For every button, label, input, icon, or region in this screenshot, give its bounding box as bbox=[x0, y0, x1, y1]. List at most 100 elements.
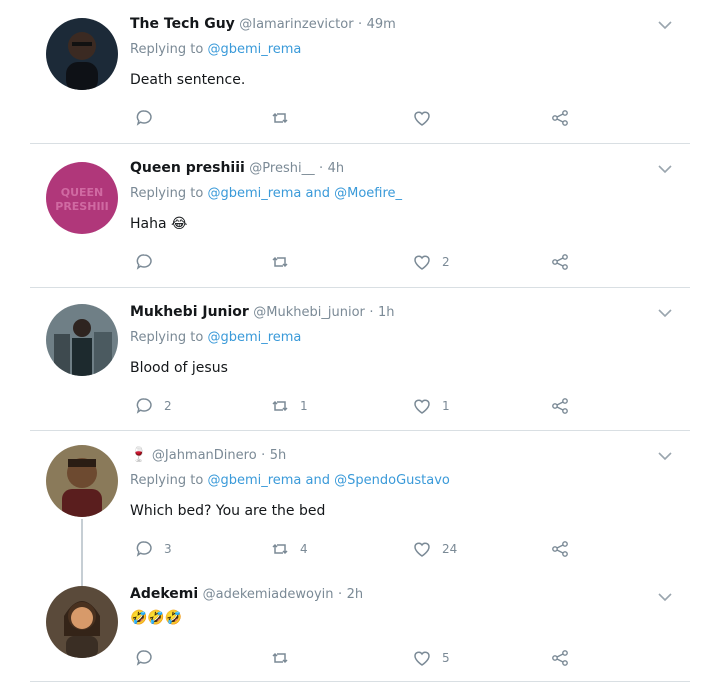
reply-count: 2 bbox=[164, 399, 172, 413]
tweet[interactable]: QUEEN PRESHIII Queen preshiii @Preshi__ ·… bbox=[30, 144, 690, 286]
share-button[interactable] bbox=[550, 106, 570, 130]
share-icon bbox=[552, 254, 568, 270]
mention-link[interactable]: @SpendoGustavo bbox=[334, 473, 450, 488]
tweet[interactable]: Adekemi @adekemiadewoyin · 2h 🤣🤣🤣 5 bbox=[30, 574, 690, 684]
user-handle[interactable]: @Preshi__ bbox=[249, 161, 314, 176]
mention-link[interactable]: @gbemi_rema bbox=[207, 473, 301, 488]
mention-link[interactable]: @gbemi_rema bbox=[207, 186, 301, 201]
timestamp[interactable]: 4h bbox=[328, 161, 345, 176]
timestamp[interactable]: 1h bbox=[378, 305, 395, 320]
mention-link[interactable]: @gbemi_rema bbox=[207, 42, 301, 57]
reply-button[interactable]: 2 bbox=[134, 394, 172, 418]
like-button[interactable]: 2 bbox=[412, 250, 450, 274]
retweet-button[interactable] bbox=[270, 646, 290, 670]
heart-icon bbox=[414, 255, 430, 270]
like-button[interactable]: 1 bbox=[412, 394, 450, 418]
reply-button[interactable] bbox=[134, 106, 154, 130]
retweet-button[interactable]: 1 bbox=[270, 394, 308, 418]
reply-icon bbox=[136, 254, 152, 270]
replying-to-label: Replying to bbox=[130, 186, 208, 201]
like-count: 2 bbox=[442, 255, 450, 269]
share-icon bbox=[552, 398, 568, 414]
chevron-down-icon[interactable] bbox=[658, 592, 672, 602]
share-button[interactable] bbox=[550, 646, 570, 670]
mention-link[interactable]: @Moefire_ bbox=[334, 186, 402, 201]
user-handle[interactable]: @JahmanDinero bbox=[152, 448, 257, 463]
timestamp[interactable]: 49m bbox=[367, 17, 396, 32]
tweet-header: Mukhebi Junior @Mukhebi_junior · 1h bbox=[130, 304, 394, 320]
mention-link[interactable]: @gbemi_rema bbox=[207, 330, 301, 345]
share-icon bbox=[552, 110, 568, 126]
avatar[interactable] bbox=[46, 18, 118, 90]
tweet-header: The Tech Guy @Iamarinzevictor · 49m bbox=[130, 16, 396, 32]
user-handle[interactable]: @adekemiadewoyin bbox=[203, 587, 334, 602]
tweet-actions: 5 bbox=[130, 646, 590, 670]
avatar[interactable] bbox=[46, 445, 118, 517]
tweet[interactable]: Mukhebi Junior @Mukhebi_junior · 1h Repl… bbox=[30, 288, 690, 430]
display-name[interactable]: Mukhebi Junior bbox=[130, 304, 249, 320]
display-name[interactable]: Queen preshiii bbox=[130, 160, 245, 176]
retweet-button[interactable]: 4 bbox=[270, 537, 308, 561]
tweet[interactable]: The Tech Guy @Iamarinzevictor · 49m Repl… bbox=[30, 0, 690, 142]
separator-dot: · bbox=[261, 448, 266, 463]
user-handle[interactable]: @Mukhebi_junior bbox=[253, 305, 365, 320]
separator-dot: · bbox=[369, 305, 374, 320]
reply-button[interactable] bbox=[134, 646, 154, 670]
timestamp[interactable]: 2h bbox=[347, 587, 364, 602]
tweet-feed: The Tech Guy @Iamarinzevictor · 49m Repl… bbox=[30, 0, 690, 684]
chevron-down-icon[interactable] bbox=[658, 451, 672, 461]
share-button[interactable] bbox=[550, 394, 570, 418]
tweet-actions bbox=[130, 106, 590, 130]
share-icon bbox=[552, 541, 568, 557]
replying-to-label: Replying to bbox=[130, 330, 208, 345]
tweet-text: Which bed? You are the bed bbox=[130, 503, 326, 519]
chevron-down-icon[interactable] bbox=[658, 20, 672, 30]
retweet-icon bbox=[272, 112, 288, 124]
reply-button[interactable]: 3 bbox=[134, 537, 172, 561]
tweet-actions: 2 1 1 bbox=[130, 394, 590, 418]
separator-dot: · bbox=[319, 161, 324, 176]
reply-button[interactable] bbox=[134, 250, 154, 274]
timestamp[interactable]: 5h bbox=[270, 448, 287, 463]
tweet-header: Queen preshiii @Preshi__ · 4h bbox=[130, 160, 344, 176]
tweet-text: Haha 😂 bbox=[130, 216, 188, 232]
reply-icon bbox=[136, 541, 152, 557]
like-count: 5 bbox=[442, 651, 450, 665]
chevron-down-icon[interactable] bbox=[658, 308, 672, 318]
tweet-text: 🤣🤣🤣 bbox=[130, 610, 183, 626]
replying-to-label: Replying to bbox=[130, 473, 208, 488]
chevron-down-icon[interactable] bbox=[658, 164, 672, 174]
mention-join: and bbox=[301, 186, 335, 201]
like-count: 24 bbox=[442, 542, 458, 556]
user-handle[interactable]: @Iamarinzevictor bbox=[239, 17, 353, 32]
replying-to: Replying to @gbemi_rema and @Moefire_ bbox=[130, 186, 402, 201]
display-name[interactable]: Adekemi bbox=[130, 586, 198, 602]
like-button[interactable]: 5 bbox=[412, 646, 450, 670]
share-button[interactable] bbox=[550, 250, 570, 274]
tweet[interactable]: 🍷 @JahmanDinero · 5h Replying to @gbemi_… bbox=[30, 431, 690, 587]
share-icon bbox=[552, 650, 568, 666]
retweet-icon bbox=[272, 652, 288, 664]
avatar[interactable] bbox=[46, 304, 118, 376]
share-button[interactable] bbox=[550, 537, 570, 561]
like-button[interactable]: 24 bbox=[412, 537, 457, 561]
avatar-logo-text: QUEEN bbox=[61, 186, 104, 199]
replying-to: Replying to @gbemi_rema bbox=[130, 330, 301, 345]
retweet-button[interactable] bbox=[270, 250, 290, 274]
tweet-header: Adekemi @adekemiadewoyin · 2h bbox=[130, 586, 363, 602]
like-button[interactable] bbox=[412, 106, 432, 130]
tweet-text: Death sentence. bbox=[130, 72, 246, 88]
reply-count: 3 bbox=[164, 542, 172, 556]
wine-glass-icon: 🍷 bbox=[130, 447, 148, 463]
separator-dot: · bbox=[358, 17, 363, 32]
avatar[interactable]: QUEEN PRESHIII bbox=[46, 162, 118, 234]
tweet-actions: 3 4 24 bbox=[130, 537, 590, 561]
retweet-button[interactable] bbox=[270, 106, 290, 130]
retweet-icon bbox=[272, 400, 288, 412]
reply-icon bbox=[136, 110, 152, 126]
display-name[interactable]: The Tech Guy bbox=[130, 16, 235, 32]
retweet-count: 4 bbox=[300, 542, 308, 556]
avatar[interactable] bbox=[46, 586, 118, 658]
heart-icon bbox=[414, 111, 430, 126]
tweet-text: Blood of jesus bbox=[130, 360, 228, 376]
